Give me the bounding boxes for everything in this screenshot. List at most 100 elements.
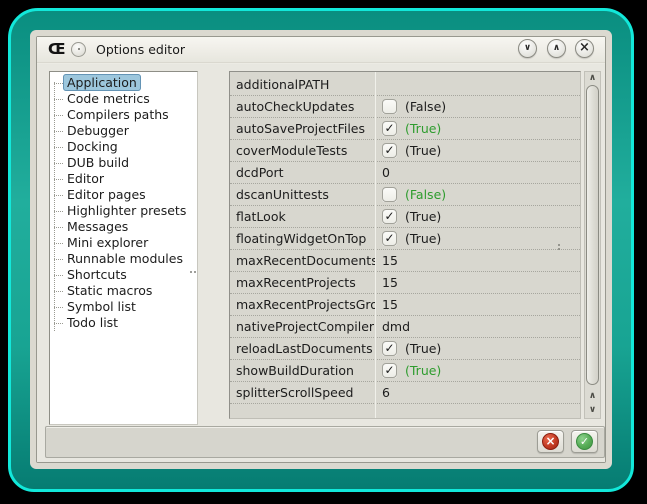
sidebar-item-docking[interactable]: Docking bbox=[50, 139, 197, 155]
value-text[interactable]: 15 bbox=[382, 253, 398, 268]
sidebar-item-label: Static macros bbox=[67, 283, 152, 298]
property-value: 15 bbox=[375, 297, 580, 312]
accept-button[interactable]: ✓ bbox=[571, 430, 598, 453]
sidebar-item-application[interactable]: Application bbox=[50, 75, 197, 91]
options-editor-dialog: Œ Options editor ∨ ∧ × ApplicationCode m… bbox=[36, 36, 606, 463]
cancel-button[interactable]: × bbox=[537, 430, 564, 453]
bool-value-label: (True) bbox=[405, 341, 441, 356]
property-name: autoCheckUpdates bbox=[230, 99, 375, 114]
value-text[interactable]: dmd bbox=[382, 319, 410, 334]
property-row-coverModuleTests[interactable]: coverModuleTests✓(True) bbox=[230, 140, 580, 162]
property-name: dscanUnittests bbox=[230, 187, 375, 202]
property-row-dcdPort[interactable]: dcdPort 0 bbox=[230, 162, 580, 184]
scroll-up-icon[interactable]: ∧ bbox=[585, 390, 600, 403]
footer-bar: × ✓ bbox=[45, 426, 605, 458]
property-row-additionalPATH[interactable]: additionalPATH bbox=[230, 74, 580, 96]
property-row-flatLook[interactable]: flatLook ✓ (True) bbox=[230, 206, 580, 228]
splitter-grip-right[interactable] bbox=[556, 242, 562, 252]
property-value: 0 bbox=[375, 165, 580, 180]
checkbox-checked[interactable]: ✓ bbox=[382, 363, 397, 378]
bool-value-label: (True) bbox=[405, 209, 441, 224]
property-value: ✓ (True) bbox=[375, 363, 580, 378]
app-icon: Œ bbox=[48, 40, 66, 58]
sidebar-item-label: Application bbox=[63, 74, 141, 91]
window-title: Options editor bbox=[96, 37, 185, 63]
property-name: reloadLastDocuments bbox=[230, 341, 375, 356]
value-text[interactable]: 6 bbox=[382, 385, 390, 400]
sidebar-item-label: Todo list bbox=[67, 315, 118, 330]
vertical-scrollbar[interactable]: ∧ ∧ ∨ bbox=[584, 71, 601, 419]
sidebar-item-label: Debugger bbox=[67, 123, 129, 138]
scroll-down-icon[interactable]: ∨ bbox=[585, 404, 600, 417]
property-value: ✓(True) bbox=[375, 143, 580, 158]
property-value: ✓ (True) bbox=[375, 121, 580, 136]
property-row-autoCheckUpdates[interactable]: autoCheckUpdates (False) bbox=[230, 96, 580, 118]
property-row-nativeProjectCompiler[interactable]: nativeProjectCompiler dmd bbox=[230, 316, 580, 338]
window-menu-button[interactable] bbox=[71, 42, 86, 57]
bool-value-label: (True) bbox=[405, 121, 441, 136]
sidebar-item-runnable-modules[interactable]: Runnable modules bbox=[50, 251, 197, 267]
property-row-reloadLastDocuments[interactable]: reloadLastDocuments ✓ (True) bbox=[230, 338, 580, 360]
accept-icon: ✓ bbox=[576, 433, 593, 450]
sidebar-item-code-metrics[interactable]: Code metrics bbox=[50, 91, 197, 107]
checkbox-unchecked[interactable] bbox=[382, 187, 397, 202]
value-text[interactable]: 0 bbox=[382, 165, 390, 180]
sidebar-item-label: Compilers paths bbox=[67, 107, 169, 122]
property-name: nativeProjectCompiler bbox=[230, 319, 375, 334]
sidebar-item-dub-build[interactable]: DUB build bbox=[50, 155, 197, 171]
property-name: additionalPATH bbox=[230, 77, 375, 92]
scroll-up-icon[interactable]: ∧ bbox=[585, 72, 600, 85]
maximize-button[interactable]: ∧ bbox=[547, 39, 566, 58]
checkbox-checked[interactable]: ✓ bbox=[382, 341, 397, 356]
sidebar-item-todo-list[interactable]: Todo list bbox=[50, 315, 197, 331]
sidebar-item-label: Editor bbox=[67, 171, 104, 186]
sidebar-item-static-macros[interactable]: Static macros bbox=[50, 283, 197, 299]
property-value: 15 bbox=[375, 275, 580, 290]
property-row-showBuildDuration[interactable]: showBuildDuration✓(True) bbox=[230, 360, 580, 382]
property-name: flatLook bbox=[230, 209, 375, 224]
property-row-splitterScrollSpeed[interactable]: splitterScrollSpeed6 bbox=[230, 382, 580, 404]
close-button[interactable]: × bbox=[575, 39, 594, 58]
checkbox-unchecked[interactable] bbox=[382, 99, 397, 114]
category-tree: ApplicationCode metricsCompilers pathsDe… bbox=[49, 71, 198, 425]
sidebar-item-label: Shortcuts bbox=[67, 267, 127, 282]
property-name: dcdPort bbox=[230, 165, 375, 180]
scrollbar-thumb[interactable] bbox=[586, 85, 599, 385]
titlebar[interactable]: Œ Options editor ∨ ∧ × bbox=[37, 37, 605, 63]
checkbox-checked[interactable]: ✓ bbox=[382, 209, 397, 224]
sidebar-item-shortcuts[interactable]: Shortcuts bbox=[50, 267, 197, 283]
sidebar-item-label: Docking bbox=[67, 139, 118, 154]
checkbox-checked[interactable]: ✓ bbox=[382, 231, 397, 246]
property-row-maxRecentDocuments[interactable]: maxRecentDocuments15 bbox=[230, 250, 580, 272]
checkbox-checked[interactable]: ✓ bbox=[382, 143, 397, 158]
sidebar-item-messages[interactable]: Messages bbox=[50, 219, 197, 235]
property-name: coverModuleTests bbox=[230, 143, 375, 158]
sidebar-item-label: DUB build bbox=[67, 155, 129, 170]
sidebar-item-highlighter-presets[interactable]: Highlighter presets bbox=[50, 203, 197, 219]
sidebar-item-label: Code metrics bbox=[67, 91, 150, 106]
splitter-grip[interactable] bbox=[189, 258, 197, 277]
minimize-button[interactable]: ∨ bbox=[518, 39, 537, 58]
property-row-dscanUnittests[interactable]: dscanUnittests(False) bbox=[230, 184, 580, 206]
bool-value-label: (False) bbox=[405, 99, 446, 114]
sidebar-item-symbol-list[interactable]: Symbol list bbox=[50, 299, 197, 315]
checkbox-checked[interactable]: ✓ bbox=[382, 121, 397, 136]
property-row-maxRecentProjectsGrou[interactable]: maxRecentProjectsGrou15 bbox=[230, 294, 580, 316]
sidebar-item-editor[interactable]: Editor bbox=[50, 171, 197, 187]
value-text[interactable]: 15 bbox=[382, 297, 398, 312]
sidebar-item-mini-explorer[interactable]: Mini explorer bbox=[50, 235, 197, 251]
bool-value-label: (True) bbox=[405, 363, 441, 378]
sidebar-item-debugger[interactable]: Debugger bbox=[50, 123, 197, 139]
close-icon: × bbox=[576, 40, 593, 56]
property-row-floatingWidgetOnTop[interactable]: floatingWidgetOnTop✓(True) bbox=[230, 228, 580, 250]
property-row-maxRecentProjects[interactable]: maxRecentProjects15 bbox=[230, 272, 580, 294]
grid-column-separator[interactable] bbox=[375, 72, 376, 418]
sidebar-item-editor-pages[interactable]: Editor pages bbox=[50, 187, 197, 203]
value-text[interactable]: 15 bbox=[382, 275, 398, 290]
property-row-autoSaveProjectFiles[interactable]: autoSaveProjectFiles✓(True) bbox=[230, 118, 580, 140]
sidebar-item-label: Highlighter presets bbox=[67, 203, 186, 218]
property-value: ✓ (True) bbox=[375, 341, 580, 356]
property-name: floatingWidgetOnTop bbox=[230, 231, 375, 246]
chevron-up-icon: ∧ bbox=[548, 40, 565, 57]
sidebar-item-compilers-paths[interactable]: Compilers paths bbox=[50, 107, 197, 123]
